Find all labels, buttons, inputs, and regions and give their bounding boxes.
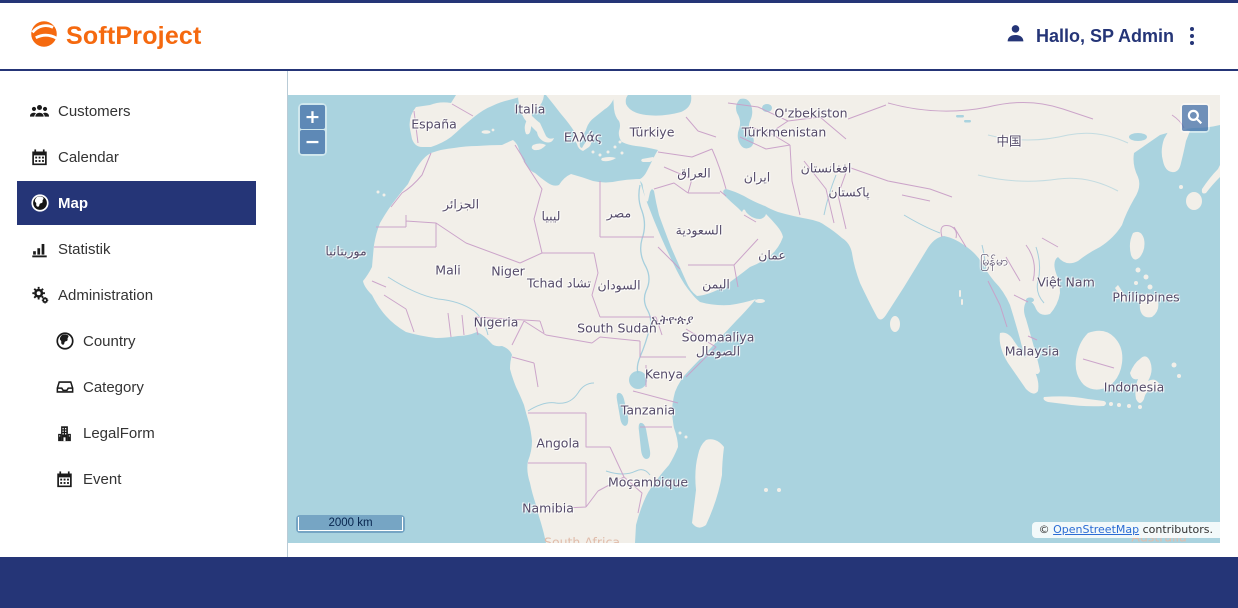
sidebar-item-label: Country [83, 333, 136, 350]
sidebar-item-label: Map [58, 195, 88, 212]
inbox-icon [55, 378, 74, 397]
sidebar-item-label: Event [83, 471, 121, 488]
map-scale-bar: 2000 km [296, 515, 405, 533]
sidebar-item-map[interactable]: Map [17, 181, 256, 225]
globe-icon [30, 194, 49, 213]
map-tiles [288, 95, 1220, 543]
zoom-out-button[interactable]: − [300, 130, 325, 154]
sidebar-item-label: Statistik [58, 241, 111, 258]
sidebar-item-customers[interactable]: Customers [17, 89, 256, 133]
footer-bar [0, 557, 1238, 608]
sidebar-item-statistik[interactable]: Statistik [17, 227, 256, 271]
app-header: SoftProject Hallo, SP Admin [0, 0, 1238, 71]
kebab-menu-icon[interactable] [1184, 23, 1200, 49]
search-button[interactable] [1182, 105, 1208, 131]
magnifier-icon [1186, 108, 1204, 129]
map-attribution: © OpenStreetMap contributors. [1032, 522, 1220, 538]
user-greeting: Hallo, SP Admin [1036, 26, 1174, 47]
calendar-icon [55, 470, 74, 489]
user-icon [1005, 23, 1026, 49]
sidebar-item-event[interactable]: Event [17, 457, 256, 501]
sidebar-item-label: Administration [58, 287, 153, 304]
brand-logo[interactable]: SoftProject [30, 20, 202, 53]
sidebar-item-category[interactable]: Category [17, 365, 256, 409]
openstreetmap-link[interactable]: OpenStreetMap [1053, 523, 1139, 536]
user-menu[interactable]: Hallo, SP Admin [1005, 23, 1200, 49]
sidebar-item-administration[interactable]: Administration [17, 273, 256, 317]
building-icon [55, 424, 74, 443]
softproject-logo-icon [30, 20, 58, 53]
bar-chart-icon [30, 240, 49, 259]
attribution-suffix: contributors. [1139, 523, 1213, 536]
sidebar-item-label: LegalForm [83, 425, 155, 442]
users-icon [30, 102, 49, 121]
sidebar-item-calendar[interactable]: Calendar [17, 135, 256, 179]
zoom-in-button[interactable]: + [300, 105, 325, 129]
brand-name: SoftProject [66, 22, 202, 51]
sidebar-item-label: Category [83, 379, 144, 396]
calendar-icon [30, 148, 49, 167]
sidebar: Customers Calendar Map [0, 71, 288, 557]
scale-label: 2000 km [298, 517, 403, 531]
globe-icon [55, 332, 74, 351]
sidebar-item-label: Calendar [58, 149, 119, 166]
sidebar-item-legalform[interactable]: LegalForm [17, 411, 256, 455]
zoom-controls: + − [298, 103, 327, 156]
gears-icon [30, 286, 49, 305]
map-canvas[interactable]: EspañaItaliaΕλλάςTürkiyeO'zbekistonTürkm… [288, 95, 1220, 543]
map-search-control [1180, 103, 1210, 133]
attribution-prefix: © [1039, 523, 1054, 536]
sidebar-item-label: Customers [58, 103, 131, 120]
sidebar-item-country[interactable]: Country [17, 319, 256, 363]
